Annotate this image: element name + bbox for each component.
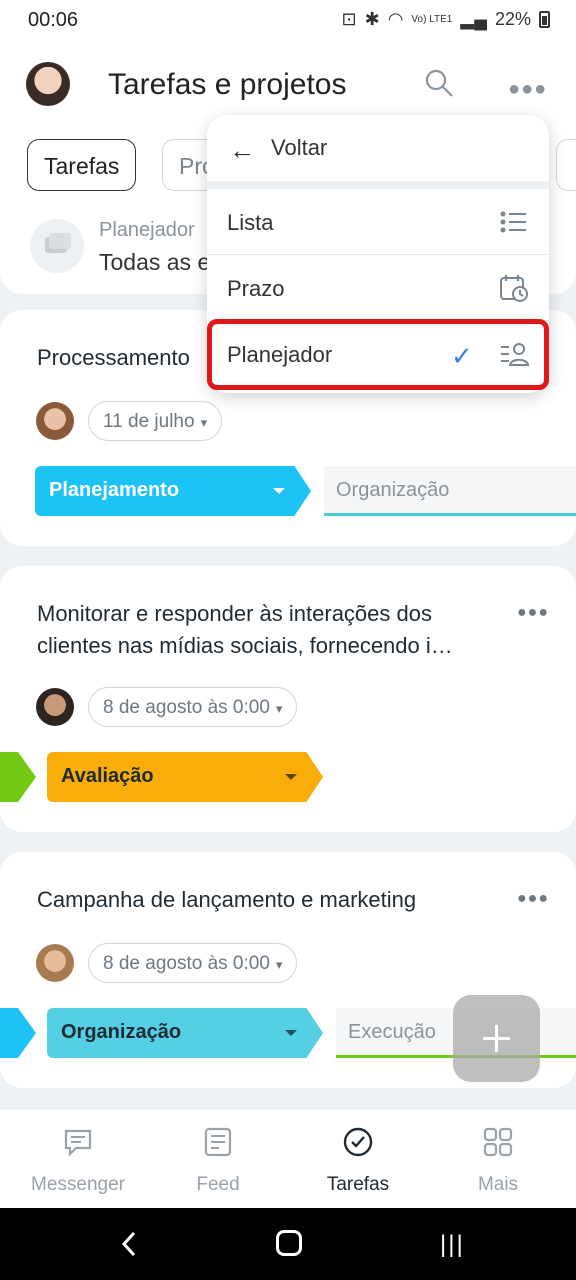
battery-text: 22% [494, 9, 531, 29]
chevron-down-icon [273, 488, 285, 494]
stage-label: Planejamento [49, 479, 180, 501]
system-back-icon[interactable] [118, 1230, 140, 1258]
user-avatar[interactable] [26, 62, 70, 106]
tab-tasks[interactable]: Tarefas [27, 139, 137, 191]
menu-item-label: Lista [227, 210, 274, 235]
assignee-avatar [36, 688, 74, 726]
menu-item-label: Prazo [227, 276, 285, 301]
deadline-pill[interactable]: 8 de agosto às 0:00 ▾ [88, 943, 298, 983]
stage-current[interactable]: Planejamento [35, 466, 311, 516]
check-circle-icon [343, 1127, 373, 1157]
nav-tasks[interactable]: Tarefas [286, 1110, 430, 1208]
calendar-clock-icon [500, 275, 528, 302]
task-title[interactable]: Monitorar e responder às interações dos … [37, 598, 507, 662]
card-more-icon[interactable]: ●●● [517, 604, 549, 622]
menu-item-list[interactable]: Lista [207, 189, 549, 255]
deadline-text: 8 de agosto às 0:00 [103, 953, 270, 974]
view-value[interactable]: Todas as etapas [99, 249, 207, 276]
nav-label: Tarefas [326, 1174, 390, 1195]
tab-extra[interactable] [556, 139, 576, 191]
deadline-pill[interactable]: 8 de agosto às 0:00 ▾ [88, 687, 298, 727]
chevron-down-icon: ▾ [200, 415, 208, 430]
chevron-down-icon: ▾ [275, 701, 283, 716]
stage-current[interactable]: Avaliação [47, 752, 323, 802]
network-label: Vo) LTE1 [411, 14, 453, 25]
status-time: 00:06 [28, 9, 79, 31]
status-bar: 00:06 ⊡ ✱ ◠ Vo) LTE1 ▂▄ 22% [0, 0, 576, 44]
deadline-pill[interactable]: 11 de julho ▾ [88, 401, 223, 441]
bluetooth-icon: ✱ [364, 9, 380, 29]
stage-current[interactable]: Organização [47, 1008, 323, 1058]
stage-next[interactable]: Organização [324, 466, 576, 516]
system-nav-bar: ||| [0, 1208, 576, 1280]
chevron-down-icon [285, 774, 297, 780]
search-icon[interactable] [424, 68, 454, 98]
grid-icon [483, 1127, 513, 1157]
menu-item-deadline[interactable]: Prazo [207, 255, 549, 321]
status-icons: ⊡ ✱ ◠ Vo) LTE1 ▂▄ 22% [341, 9, 550, 30]
arrow-left-icon: ← [229, 135, 255, 165]
feed-icon [204, 1127, 232, 1157]
stage-previous[interactable] [0, 1008, 36, 1058]
nav-feed[interactable]: Feed [146, 1110, 290, 1208]
menu-back-button[interactable]: ← Voltar [207, 115, 549, 181]
chevron-down-icon [285, 1030, 297, 1036]
lock-icon: ⊡ [341, 9, 357, 29]
system-home-icon[interactable] [276, 1230, 302, 1256]
stage-label: Avaliação [61, 765, 154, 787]
signal-icon: ▂▄ [460, 9, 487, 29]
deadline-text: 11 de julho [103, 411, 195, 432]
nav-messenger[interactable]: Messenger [6, 1110, 150, 1208]
task-title[interactable]: Campanha de lançamento e marketing [37, 884, 416, 916]
assignee-avatar [36, 402, 74, 440]
nav-more[interactable]: Mais [426, 1110, 570, 1208]
battery-icon [539, 11, 550, 28]
card-more-icon[interactable]: ●●● [517, 890, 549, 908]
stage-label: Organização [61, 1021, 182, 1043]
next-stage-label: Organização [336, 479, 450, 501]
list-icon [500, 211, 526, 233]
menu-back-label: Voltar [271, 135, 328, 160]
nav-label: Mais [477, 1174, 519, 1195]
menu-divider [207, 181, 549, 189]
stage-previous[interactable] [0, 752, 36, 802]
task-card[interactable]: Monitorar e responder às interações dos … [0, 566, 576, 832]
planner-view-icon [30, 219, 84, 273]
add-task-button[interactable] [453, 995, 540, 1082]
more-options-icon[interactable]: ●●● [508, 78, 547, 101]
bottom-nav: Messenger Feed Tarefas Mais [0, 1110, 576, 1208]
assignee-avatar [36, 944, 74, 982]
chevron-down-icon: ▾ [275, 957, 283, 972]
chat-icon [64, 1129, 92, 1157]
system-recents-icon[interactable]: ||| [440, 1231, 465, 1259]
deadline-text: 8 de agosto às 0:00 [103, 697, 270, 718]
view-caption: Planejador [99, 219, 195, 241]
nav-label: Messenger [31, 1174, 125, 1195]
page-title: Tarefas e projetos [108, 68, 347, 101]
task-title[interactable]: Processamento [37, 342, 190, 374]
selection-highlight [207, 319, 549, 390]
wifi-icon: ◠ [387, 9, 404, 29]
nav-label: Feed [196, 1174, 240, 1195]
next-stage-label: Execução [348, 1021, 436, 1043]
